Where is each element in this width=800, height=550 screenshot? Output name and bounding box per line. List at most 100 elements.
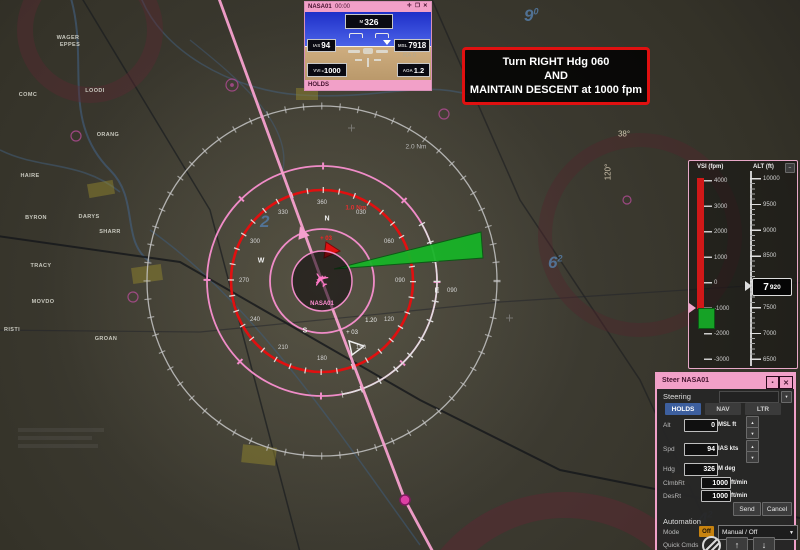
alt-tick-label: 6500 <box>763 356 777 363</box>
pfd-msl-box: MSL 7918 <box>394 39 430 52</box>
pfd-ias-value: 94 <box>321 41 331 50</box>
pfd-panel: NASA01 00:00 ✛ ❐ ✕ M 326 IAS 94 MSL 7918… <box>304 1 432 91</box>
map-label: ORANG <box>96 132 120 138</box>
pfd-heading-box: M 326 <box>345 14 393 29</box>
dialog-close-icon[interactable]: ✕ <box>779 376 793 389</box>
alt-tick-label: 7500 <box>763 305 777 311</box>
climb-rate-unit: ft/min <box>731 480 748 486</box>
compass-label: 180 <box>316 356 328 362</box>
pfd-pin-icon[interactable]: ✛ <box>407 3 412 9</box>
east-bearing-label: 090 <box>446 288 458 294</box>
loiter-icon[interactable] <box>702 536 721 550</box>
tab-nav[interactable]: NAV <box>705 403 741 415</box>
tab-ltr[interactable]: LTR <box>745 403 781 415</box>
traffic-far-alt-label: + 03 <box>346 330 358 336</box>
alt-field-label: Alt <box>663 422 671 429</box>
alt-unit-label: MSL ft <box>718 422 737 428</box>
pfd-mode-bar: HOLDS <box>305 80 431 90</box>
pfd-aoa-label: AOA <box>402 67 413 73</box>
route-waypoint-dot[interactable] <box>399 494 411 506</box>
mef-sup: 2 <box>557 253 563 264</box>
descent-rate-input[interactable]: 1000 <box>701 490 731 502</box>
cardinal-east: E <box>434 287 440 295</box>
vsi-current-pointer <box>689 303 696 313</box>
alt-spinner-down[interactable]: ▼ <box>746 427 759 439</box>
spd-input[interactable]: 94 <box>684 443 718 456</box>
alt-readout-box: 7 920 <box>752 278 792 296</box>
alt-readout-pointer <box>745 281 752 291</box>
alt-tick-label: 9500 <box>763 201 777 208</box>
hdg-unit-label: M deg <box>718 466 736 472</box>
alt-header: ALT (ft) <box>753 164 774 170</box>
dialog-pin-icon[interactable]: ▪ <box>766 376 779 389</box>
hdg-field-label: Hdg <box>663 466 675 473</box>
pfd-horizon-caret-icon <box>383 40 391 45</box>
steering-expand-button[interactable]: ▾ <box>781 391 792 403</box>
traffic-far-range-label: 1.20 <box>365 318 377 324</box>
alt-major-ticks <box>750 178 761 365</box>
pfd-vvi-box: VVI -1000 <box>307 63 347 77</box>
spd-unit-label: IAS kts <box>718 446 739 452</box>
pfd-ias-box: IAS 94 <box>307 39 336 52</box>
pfd-msl-label: MSL <box>397 43 408 48</box>
compass-label: 120 <box>383 317 395 323</box>
pfd-aoa-value: 1.2 <box>413 65 425 75</box>
spd-spinner-down[interactable]: ▼ <box>746 451 759 463</box>
inner-range-label: 1.0 Nm <box>345 204 367 212</box>
climb-rate-input[interactable]: 1000 <box>701 477 731 489</box>
descent-rate-label: DesRt <box>663 493 682 500</box>
pfd-close-icon[interactable]: ✕ <box>423 3 428 9</box>
cancel-button[interactable]: Cancel <box>762 502 792 516</box>
descend-quick-button[interactable]: ↓ <box>753 537 775 550</box>
pfd-title: NASA01 <box>308 3 332 10</box>
compass-label: 150 <box>355 345 367 351</box>
vsi-tick-label: 0 <box>714 280 718 286</box>
pfd-fd-bracket <box>375 33 389 38</box>
steering-section-label: Steering <box>663 392 691 401</box>
alt-tick-label: 7000 <box>763 330 777 337</box>
vsi-tick-label: 3000 <box>714 203 728 210</box>
vsi-target-marker[interactable] <box>698 308 715 329</box>
compass-label: 240 <box>249 317 261 323</box>
pfd-msl-value: 7918 <box>408 41 427 50</box>
instruction-box: Turn RIGHT Hdg 060 AND MAINTAIN DESCENT … <box>462 47 650 105</box>
steer-dialog-titlebar[interactable]: Steer NASA01 ▪ ✕ <box>657 374 794 389</box>
panel-minimize-button[interactable]: − <box>785 163 795 173</box>
automation-section-label: Automation <box>663 517 701 526</box>
alt-input[interactable]: 0 <box>684 419 718 432</box>
compass-label: 270 <box>238 278 250 284</box>
pfd-ra-readout: RA 0 <box>403 53 416 59</box>
pfd-popout-icon[interactable]: ❐ <box>415 3 420 9</box>
mef-figure: 2 <box>260 212 269 232</box>
vsi-tick-label: 2000 <box>714 229 728 235</box>
spd-field-label: Spd <box>663 446 675 453</box>
map-label: RISTI <box>3 327 21 333</box>
tab-holds[interactable]: HOLDS <box>665 403 701 415</box>
mef-sup: 0 <box>533 6 539 17</box>
hdg-input[interactable]: 326 <box>684 463 718 476</box>
outer-range-label: 2.0 Nm <box>405 143 427 151</box>
pfd-time: 00:00 <box>335 3 351 10</box>
pfd-heading-value: 326 <box>364 16 379 27</box>
climb-quick-button[interactable]: ↑ <box>726 537 748 550</box>
alt-readout-major: 7 <box>763 281 769 293</box>
alt-readout-minor: 920 <box>769 283 781 291</box>
map-label: LOODI <box>85 88 105 94</box>
compass-label: 360 <box>316 200 328 206</box>
pfd-ra-label: RA <box>403 53 412 59</box>
steering-preset-dropdown[interactable] <box>719 391 779 403</box>
graticule-lat-label: 38° <box>617 129 631 139</box>
mode-label: Mode <box>663 529 680 536</box>
send-button[interactable]: Send <box>733 502 761 516</box>
traffic-near-alt-label: + 03 <box>320 236 332 242</box>
map-label: WAGER <box>56 35 80 41</box>
alt-tick-label: 10000 <box>763 176 780 182</box>
pfd-mode-label: HOLDS <box>308 81 329 88</box>
map-label: GROAN <box>94 336 118 342</box>
instruction-line-3: MAINTAIN DESCENT at 1000 fpm <box>469 84 643 97</box>
pfd-heading-unit: M <box>359 19 364 24</box>
vsi-alt-panel: VSI (fpm) ALT (ft) − 4000 3000 2000 1000… <box>688 160 798 369</box>
gcs-map-screen: ✈ NASA01 030 060 090 120 150 180 210 240… <box>0 0 800 550</box>
vsi-command-bar <box>697 178 704 309</box>
pfd-titlebar[interactable]: NASA01 00:00 ✛ ❐ ✕ <box>305 2 431 12</box>
